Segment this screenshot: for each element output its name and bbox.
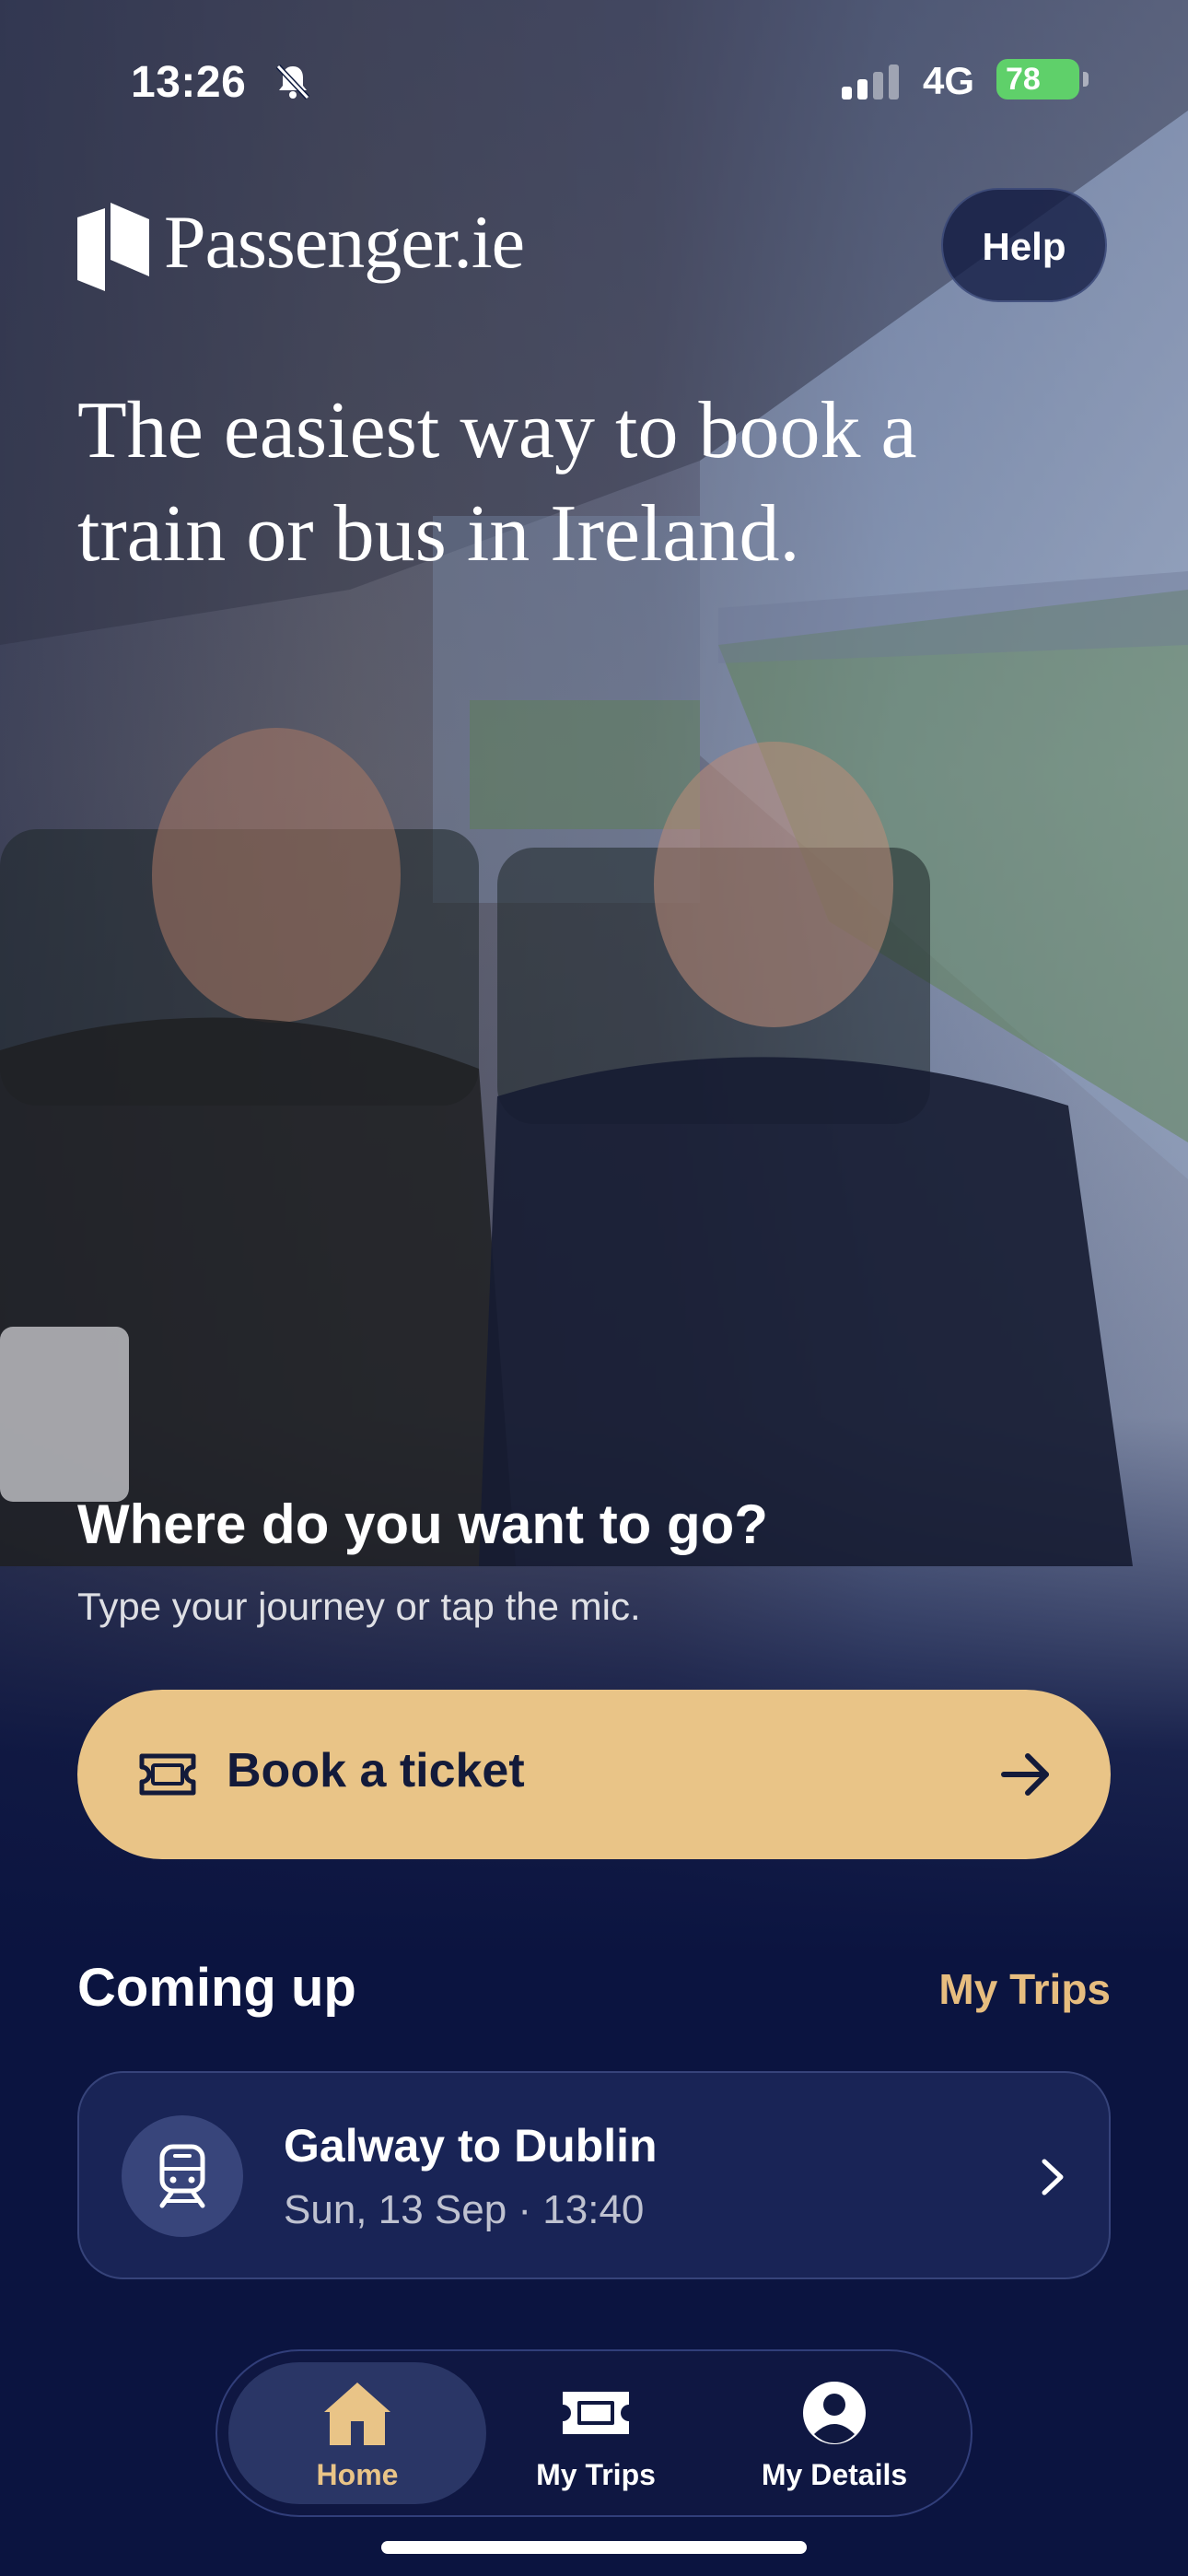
tab-home-label: Home	[316, 2458, 399, 2491]
book-ticket-button[interactable]: Book a ticket	[77, 1690, 1111, 1859]
ticket-icon	[563, 2392, 629, 2434]
book-ticket-label: Book a ticket	[227, 1744, 525, 1797]
status-time: 13:26	[131, 58, 247, 107]
network-type: 4G	[923, 59, 975, 102]
train-icon	[159, 2144, 205, 2208]
trip-datetime: Sun, 13 Sep · 13:40	[284, 2187, 645, 2232]
arrow-right-icon	[1001, 1753, 1049, 1796]
ticket-icon	[139, 1753, 196, 1796]
chevron-right-icon	[1042, 2159, 1064, 2195]
upcoming-trip-card[interactable]: Galway to Dublin Sun, 13 Sep · 13:40	[77, 2071, 1111, 2279]
coming-up-heading: Coming up	[77, 1958, 356, 2018]
my-trips-link[interactable]: My Trips	[938, 1964, 1111, 2014]
passenger-logo-icon	[77, 203, 149, 291]
home-icon	[324, 2383, 390, 2445]
status-bar: 13:26 4G 78	[0, 52, 1188, 107]
hero-headline: The easiest way to book a train or bus i…	[77, 386, 917, 579]
trip-mode-badge	[122, 2115, 243, 2237]
tab-my-trips[interactable]: My Trips	[467, 2362, 725, 2504]
trip-route: Galway to Dublin	[284, 2120, 658, 2172]
tab-bar: Home My Trips My Details	[215, 2349, 973, 2517]
help-button[interactable]: Help	[941, 188, 1107, 302]
battery-level: 78	[1006, 62, 1041, 97]
bell-muted-icon	[275, 64, 310, 100]
search-title: Where do you want to go?	[77, 1493, 768, 1555]
search-subtitle: Type your journey or tap the mic.	[77, 1585, 641, 1628]
tab-home[interactable]: Home	[228, 2362, 486, 2504]
brand-name: Passenger.ie	[164, 200, 525, 284]
home-indicator	[381, 2541, 807, 2554]
tab-my-trips-label: My Trips	[536, 2458, 656, 2491]
user-icon	[803, 2382, 866, 2444]
signal-icon	[842, 64, 899, 100]
tab-my-details[interactable]: My Details	[705, 2362, 963, 2504]
battery-indicator: 78	[996, 59, 1089, 100]
tab-my-details-label: My Details	[761, 2458, 908, 2491]
